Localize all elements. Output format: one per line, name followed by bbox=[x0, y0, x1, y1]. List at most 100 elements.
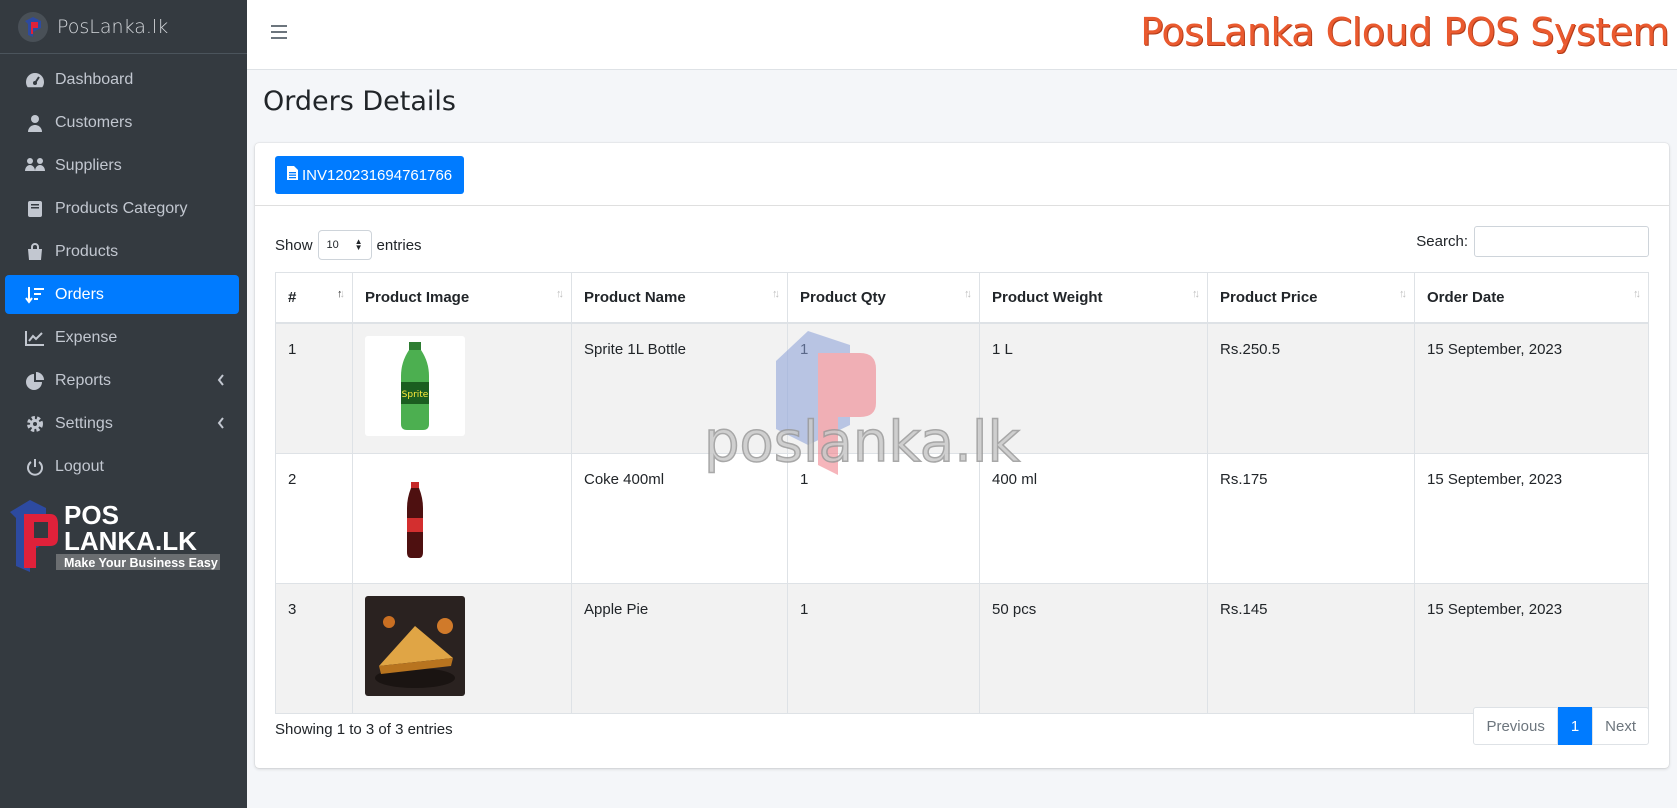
sidebar-item-label: Products Category bbox=[55, 199, 188, 217]
page-length-select[interactable]: 10 ▲ ▼ bbox=[317, 230, 372, 260]
table-header-row: # ↑↓ Product Image ↑↓ Product Name ↑↓ Produ… bbox=[275, 272, 1649, 324]
cell-number: 1 bbox=[275, 322, 353, 454]
svg-text:Make Your Business Easy: Make Your Business Easy bbox=[64, 556, 218, 570]
cell-product-qty: 1 bbox=[787, 582, 980, 714]
sidebar-nav: Dashboard Customers Suppliers Products C… bbox=[0, 54, 247, 486]
cell-product-weight: 50 pcs bbox=[979, 582, 1208, 714]
book-icon bbox=[24, 199, 46, 219]
sort-list-icon bbox=[24, 285, 46, 305]
poslanka-logo: POS LANKA.LK Make Your Business Easy bbox=[6, 494, 224, 576]
column-header-product-price[interactable]: Product Price ↑↓ bbox=[1207, 272, 1415, 324]
brand-name: PosLanka.lk bbox=[57, 15, 169, 38]
search-input[interactable] bbox=[1474, 226, 1649, 257]
pagination-next[interactable]: Next bbox=[1592, 707, 1649, 745]
chevron-left-icon bbox=[217, 416, 225, 434]
sort-icon: ↑↓ bbox=[1399, 288, 1407, 300]
sidebar-item-orders[interactable]: Orders bbox=[5, 275, 239, 314]
table-row: 3 Apple Pie 1 50 pcs Rs.145 15 September… bbox=[275, 582, 1649, 714]
cell-product-image bbox=[352, 582, 572, 714]
cell-number: 2 bbox=[275, 452, 353, 584]
sort-icon: ↑↓ bbox=[964, 288, 972, 300]
sidebar-item-label: Suppliers bbox=[55, 156, 122, 174]
system-title: PosLanka Cloud POS System bbox=[1140, 10, 1669, 54]
gear-icon bbox=[24, 414, 46, 434]
sidebar-item-settings[interactable]: Settings bbox=[5, 404, 239, 443]
table-info: Showing 1 to 3 of 3 entries bbox=[275, 721, 453, 738]
apple-pie-image bbox=[365, 595, 465, 696]
cell-product-image bbox=[352, 452, 572, 584]
cell-order-date: 15 September, 2023 bbox=[1414, 452, 1649, 584]
cell-product-name: Apple Pie bbox=[571, 582, 788, 714]
page-title: Orders Details bbox=[263, 86, 456, 117]
column-header-order-date[interactable]: Order Date ↑↓ bbox=[1414, 272, 1649, 324]
sprite-bottle-image: Sprite bbox=[365, 335, 465, 436]
cell-product-image: Sprite bbox=[352, 322, 572, 454]
invoice-number: INV120231694761766 bbox=[302, 166, 453, 184]
power-icon bbox=[24, 457, 46, 477]
pie-chart-icon bbox=[24, 371, 46, 391]
entries-label: entries bbox=[376, 236, 422, 254]
page-length-value: 10 bbox=[326, 239, 339, 251]
dashboard-gauge-icon bbox=[24, 70, 46, 90]
sidebar-item-dashboard[interactable]: Dashboard bbox=[5, 60, 239, 99]
sidebar-item-label: Reports bbox=[55, 371, 112, 389]
sidebar: PosLanka.lk Dashboard Customers Supplier… bbox=[0, 0, 247, 808]
page-length-control: Show 10 ▲ ▼ entries bbox=[275, 230, 422, 260]
document-icon bbox=[287, 166, 298, 184]
hamburger-menu-icon[interactable] bbox=[271, 25, 287, 41]
user-icon bbox=[24, 113, 46, 133]
cell-order-date: 15 September, 2023 bbox=[1414, 582, 1649, 714]
cell-product-price: Rs.145 bbox=[1207, 582, 1415, 714]
chevron-left-icon bbox=[217, 373, 225, 391]
coke-bottle-image bbox=[365, 465, 465, 566]
cell-order-date: 15 September, 2023 bbox=[1414, 322, 1649, 454]
sidebar-item-logout[interactable]: Logout bbox=[5, 447, 239, 486]
show-label: Show bbox=[275, 236, 313, 254]
select-arrows-icon: ▲ ▼ bbox=[354, 237, 363, 252]
svg-text:LANKA.LK: LANKA.LK bbox=[64, 526, 197, 556]
orders-table: # ↑↓ Product Image ↑↓ Product Name ↑↓ Produ… bbox=[275, 272, 1649, 714]
sidebar-item-reports[interactable]: Reports bbox=[5, 361, 239, 400]
sort-asc-icon: ↑↓ bbox=[337, 288, 345, 300]
invoice-button[interactable]: INV120231694761766 bbox=[275, 156, 465, 194]
sort-icon: ↑↓ bbox=[1192, 288, 1200, 300]
search-label: Search: bbox=[1416, 233, 1468, 250]
column-header-product-weight[interactable]: Product Weight ↑↓ bbox=[979, 272, 1208, 324]
column-header-number[interactable]: # ↑↓ bbox=[275, 272, 353, 324]
column-header-product-qty[interactable]: Product Qty ↑↓ bbox=[787, 272, 980, 324]
people-icon bbox=[24, 156, 46, 176]
top-navbar: PosLanka Cloud POS System bbox=[247, 0, 1677, 70]
table-controls: Show 10 ▲ ▼ entries Search: bbox=[275, 226, 1649, 260]
column-header-product-image[interactable]: Product Image ↑↓ bbox=[352, 272, 572, 324]
watermark-text: poslanka.lk bbox=[703, 409, 1020, 476]
sidebar-item-label: Customers bbox=[55, 113, 133, 131]
sidebar-item-label: Logout bbox=[55, 457, 104, 475]
column-header-product-name[interactable]: Product Name ↑↓ bbox=[571, 272, 788, 324]
search-control: Search: bbox=[1416, 226, 1649, 257]
brand-logo-icon bbox=[18, 11, 48, 42]
sidebar-item-customers[interactable]: Customers bbox=[5, 103, 239, 142]
cell-product-price: Rs.250.5 bbox=[1207, 322, 1415, 454]
pagination: Previous 1 Next bbox=[1473, 707, 1649, 745]
pagination-page-1[interactable]: 1 bbox=[1557, 707, 1593, 745]
sidebar-item-suppliers[interactable]: Suppliers bbox=[5, 146, 239, 185]
sidebar-item-products[interactable]: Products bbox=[5, 232, 239, 271]
sidebar-item-expense[interactable]: Expense bbox=[5, 318, 239, 357]
cell-number: 3 bbox=[275, 582, 353, 714]
sidebar-item-label: Settings bbox=[55, 414, 113, 432]
shopping-bag-icon bbox=[24, 242, 46, 262]
sidebar-item-label: Products bbox=[55, 242, 119, 260]
sort-icon: ↑↓ bbox=[1633, 288, 1641, 300]
sidebar-item-label: Expense bbox=[55, 328, 118, 346]
card-header: INV120231694761766 bbox=[255, 143, 1669, 206]
line-chart-icon bbox=[24, 328, 46, 348]
brand-link[interactable]: PosLanka.lk bbox=[0, 0, 247, 54]
cell-product-price: Rs.175 bbox=[1207, 452, 1415, 584]
sidebar-item-products-category[interactable]: Products Category bbox=[5, 189, 239, 228]
sidebar-item-label: Orders bbox=[55, 285, 104, 303]
sort-icon: ↑↓ bbox=[772, 288, 780, 300]
sort-icon: ↑↓ bbox=[556, 288, 564, 300]
pagination-previous[interactable]: Previous bbox=[1473, 707, 1558, 745]
svg-text:Sprite: Sprite bbox=[402, 390, 429, 400]
sidebar-item-label: Dashboard bbox=[55, 70, 134, 88]
